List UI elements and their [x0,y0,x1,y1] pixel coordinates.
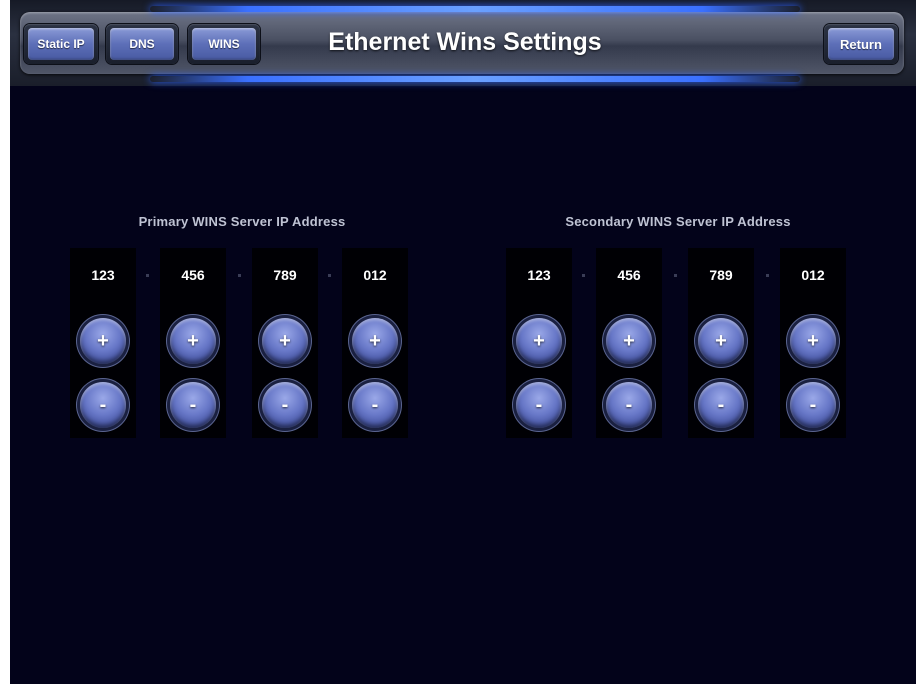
octet-separator [238,274,241,277]
octet-separator [766,274,769,277]
primary-octet-1-value: 123 [91,267,115,283]
minus-icon: - [189,393,197,416]
secondary-octet-2: 456 + - [596,248,662,438]
primary-octet-3: 789 + - [252,248,318,438]
primary-octet-1-decrement-button[interactable]: - [80,382,126,428]
plus-icon: + [623,329,635,352]
primary-octet-4-increment-button[interactable]: + [352,318,398,364]
octet-separator [674,274,677,277]
minus-icon: - [717,393,725,416]
plus-icon: + [369,329,381,352]
plus-icon: + [533,329,545,352]
secondary-wins-title: Secondary WINS Server IP Address [565,214,791,229]
secondary-octet-4: 012 + - [780,248,846,438]
dns-button[interactable]: DNS [106,24,178,64]
primary-octet-4-value: 012 [363,267,387,283]
minus-icon: - [281,393,289,416]
header-glow-bottom [150,76,800,82]
static-ip-button[interactable]: Static IP [24,24,98,64]
secondary-octet-3: 789 + - [688,248,754,438]
plus-icon: + [97,329,109,352]
primary-octet-4-decrement-button[interactable]: - [352,382,398,428]
page-title: Ethernet Wins Settings [328,28,602,56]
octet-separator [582,274,585,277]
wins-button[interactable]: WINS [188,24,260,64]
plus-icon: + [715,329,727,352]
secondary-octet-1: 123 + - [506,248,572,438]
primary-octet-1: 123 + - [70,248,136,438]
primary-octet-2: 456 + - [160,248,226,438]
secondary-octet-1-increment-button[interactable]: + [516,318,562,364]
wins-button-label: WINS [192,28,256,60]
secondary-octet-4-decrement-button[interactable]: - [790,382,836,428]
plus-icon: + [187,329,199,352]
primary-octet-3-value: 789 [273,267,297,283]
secondary-octet-3-value: 789 [709,267,733,283]
static-ip-button-label: Static IP [28,28,94,60]
secondary-octet-4-value: 012 [801,267,825,283]
secondary-octet-4-increment-button[interactable]: + [790,318,836,364]
primary-octet-2-decrement-button[interactable]: - [170,382,216,428]
minus-icon: - [535,393,543,416]
header-bar: Static IP DNS WINS Ethernet Wins Setting… [10,0,916,86]
plus-icon: + [279,329,291,352]
primary-octet-2-value: 456 [181,267,205,283]
secondary-octet-2-value: 456 [617,267,641,283]
minus-icon: - [809,393,817,416]
secondary-octet-1-value: 123 [527,267,551,283]
dns-button-label: DNS [110,28,174,60]
primary-octet-3-increment-button[interactable]: + [262,318,308,364]
secondary-octet-3-increment-button[interactable]: + [698,318,744,364]
secondary-octet-2-increment-button[interactable]: + [606,318,652,364]
primary-octet-2-increment-button[interactable]: + [170,318,216,364]
minus-icon: - [625,393,633,416]
primary-octet-1-increment-button[interactable]: + [80,318,126,364]
octet-separator [146,274,149,277]
primary-octet-3-decrement-button[interactable]: - [262,382,308,428]
header-glow-top [150,6,800,12]
secondary-octet-1-decrement-button[interactable]: - [516,382,562,428]
return-button[interactable]: Return [824,24,898,64]
secondary-octet-3-decrement-button[interactable]: - [698,382,744,428]
secondary-octet-2-decrement-button[interactable]: - [606,382,652,428]
plus-icon: + [807,329,819,352]
screen: Static IP DNS WINS Ethernet Wins Setting… [10,0,916,684]
primary-octet-4: 012 + - [342,248,408,438]
return-button-label: Return [828,28,894,60]
octet-separator [328,274,331,277]
minus-icon: - [371,393,379,416]
primary-wins-title: Primary WINS Server IP Address [138,214,346,229]
minus-icon: - [99,393,107,416]
